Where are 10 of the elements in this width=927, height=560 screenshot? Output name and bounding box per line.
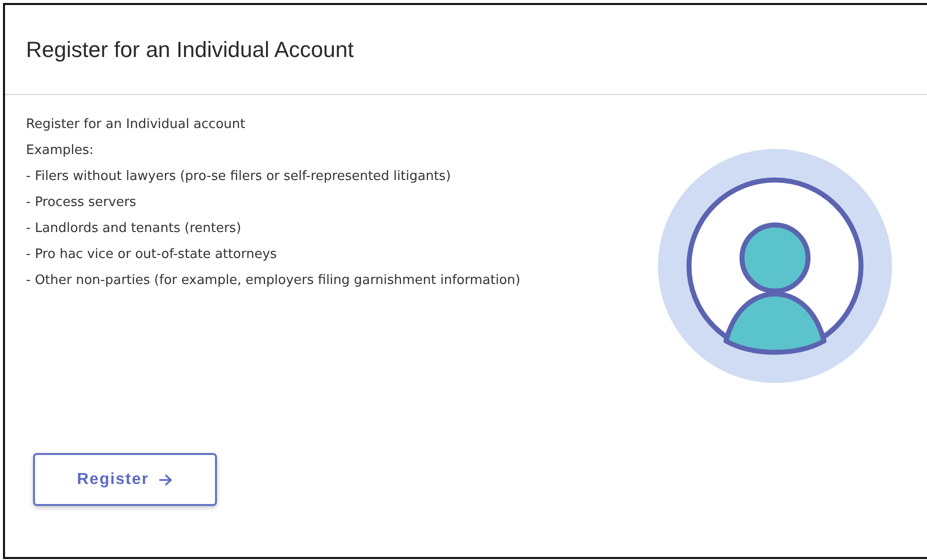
example-item: - Other non-parties (for example, employers filing garnishment information) xyxy=(26,272,522,290)
example-item: - Landlords and tenants (renters) xyxy=(26,220,242,238)
arrow-icon xyxy=(159,474,174,486)
register-button[interactable]: Register xyxy=(33,453,217,506)
intro-text: Register for an Individual account xyxy=(26,116,246,134)
example-item: - Filers without lawyers (pro-se filers or self-represented litigants) xyxy=(26,168,452,186)
examples-label: Examples: xyxy=(26,142,95,160)
example-item: - Pro hac vice or out-of-state attorneys xyxy=(26,246,278,264)
example-item: - Process servers xyxy=(26,194,138,212)
card-title: Register for an Individual Account xyxy=(26,36,354,62)
